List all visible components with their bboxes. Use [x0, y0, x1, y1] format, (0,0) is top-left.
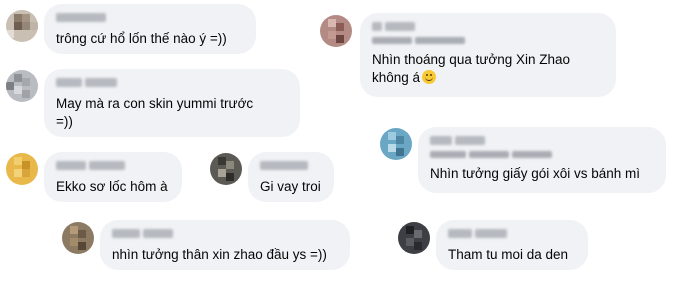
blurred-author-name[interactable]: [430, 136, 654, 148]
blurred-author-name[interactable]: [260, 161, 322, 173]
comment-text: Tham tu moi da den: [448, 247, 569, 262]
comment-text: Nhìn thoáng qua tưởng Xin Zhao không á: [372, 52, 571, 85]
blurred-author-name[interactable]: [56, 78, 288, 90]
blurred-author-name[interactable]: [448, 229, 576, 241]
blurred-author-name[interactable]: [56, 161, 170, 173]
commenter-avatar[interactable]: [6, 153, 38, 185]
comment-bubble: Ekko sơ lốc hôm à: [44, 152, 182, 202]
commenter-avatar[interactable]: [62, 222, 94, 254]
comment-bubble: Tham tu moi da den: [436, 220, 588, 270]
commenter-avatar[interactable]: [380, 128, 412, 160]
blurred-author-info: [372, 37, 604, 45]
comment-bubble: trông cứ hổ lốn thế nào ý =)): [44, 4, 256, 54]
commenter-avatar[interactable]: [6, 10, 38, 42]
commenter-avatar[interactable]: [320, 15, 352, 47]
blurred-author-name[interactable]: [56, 13, 244, 25]
blurred-author-info: [430, 151, 654, 159]
comment-bubble: Gi vay troi: [248, 152, 334, 202]
comment-text: Nhìn tưởng giấy gói xôi vs bánh mì: [430, 166, 640, 181]
comment-bubble: Nhìn tưởng giấy gói xôi vs bánh mì: [418, 127, 666, 193]
slightly-smiling-face-icon: [422, 70, 437, 84]
commenter-avatar[interactable]: [210, 153, 242, 185]
blurred-author-name[interactable]: [372, 22, 604, 34]
comment-text: nhìn tưởng thân xin zhao đầu ys =)): [112, 247, 327, 262]
comment-bubble: May mà ra con skin yummi trước =)): [44, 69, 300, 137]
commenter-avatar[interactable]: [398, 222, 430, 254]
comment-text: Ekko sơ lốc hôm à: [56, 179, 168, 194]
comment-text: Gi vay troi: [260, 179, 321, 194]
comment-text: trông cứ hổ lốn thế nào ý =)): [56, 31, 227, 46]
blurred-author-name[interactable]: [112, 229, 338, 241]
comment-bubble: nhìn tưởng thân xin zhao đầu ys =)): [100, 220, 350, 270]
comment-bubble: Nhìn thoáng qua tưởng Xin Zhao không á: [360, 13, 616, 97]
commenter-avatar[interactable]: [6, 70, 38, 102]
comment-text: May mà ra con skin yummi trước =)): [56, 96, 254, 129]
